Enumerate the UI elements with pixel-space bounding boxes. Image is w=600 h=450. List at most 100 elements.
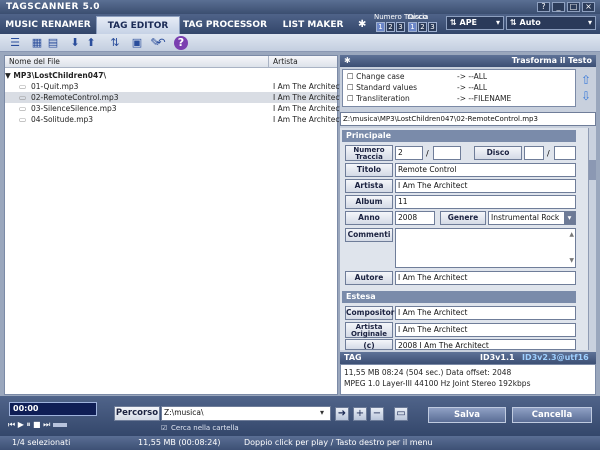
tab-tag-processor[interactable]: TAG PROCESSOR <box>182 16 268 34</box>
checkbox[interactable]: ☐ <box>347 94 356 103</box>
transform-item[interactable]: ☐ Change case -> --ALL <box>347 71 573 82</box>
author-input[interactable]: I Am The Architect <box>395 271 576 285</box>
transform-label: Change case <box>356 72 405 81</box>
title-label-button[interactable]: Titolo <box>345 163 393 177</box>
tag-fields: Principale Numero Traccia 2 / Disco / Ti… <box>340 128 588 350</box>
comments-label-button[interactable]: Commenti <box>345 228 393 242</box>
chevron-down-icon[interactable]: ▾ <box>320 408 324 417</box>
track-number-input[interactable]: 2 <box>395 146 423 160</box>
disc-digit-3[interactable]: 3 <box>428 22 437 32</box>
list-item[interactable]: ▭ 04-Solitude.mp3 I Am The Architect <box>5 114 342 125</box>
chevron-down-icon[interactable]: ▾ <box>564 212 575 224</box>
album-input[interactable]: 11 <box>395 195 576 209</box>
move-down-icon[interactable]: ⇩ <box>581 89 591 103</box>
copyright-label-button[interactable]: (c) <box>345 339 393 350</box>
path-input[interactable]: Z:\musica\ <box>161 406 331 421</box>
track-number-label-button[interactable]: Numero Traccia <box>345 145 393 161</box>
album-label-button[interactable]: Album <box>345 195 393 209</box>
add-button[interactable]: + <box>353 407 367 421</box>
scrollbar[interactable] <box>588 128 596 350</box>
track-digit-3[interactable]: 3 <box>396 22 405 32</box>
save-button[interactable]: Salva <box>428 407 506 423</box>
checkbox[interactable]: ☐ <box>347 72 356 81</box>
checkbox[interactable]: ☐ <box>347 83 356 92</box>
disc-number-input[interactable] <box>524 146 544 160</box>
file-name: 02-RemoteControl.mp3 <box>31 93 119 102</box>
file-list[interactable]: Nome del File Artista ▼ MP3\LostChildren… <box>4 55 342 395</box>
composer-label-button[interactable]: Compositore <box>345 306 400 320</box>
next-icon[interactable]: ⏭ <box>43 420 50 429</box>
track-total-input[interactable] <box>433 146 461 160</box>
track-digit-2[interactable]: 2 <box>386 22 395 32</box>
column-header-artist[interactable]: Artista <box>269 56 337 68</box>
transform-item[interactable]: ☐ Transliteration -> --FILENAME <box>347 93 573 104</box>
tag-info-label: TAG <box>344 353 362 362</box>
genre-select[interactable]: Instrumental Rock ▾ <box>488 211 576 225</box>
move-up-icon[interactable]: ⇧ <box>581 73 591 87</box>
grid-view-icon[interactable]: ▦ <box>30 36 44 50</box>
pause-icon[interactable]: ⏸ <box>26 420 30 429</box>
title-input[interactable]: Remote Control <box>395 163 576 177</box>
original-artist-label-button[interactable]: Artista Originale <box>345 322 393 338</box>
comments-textarea[interactable]: ▲ ▼ <box>395 228 576 268</box>
transform-header: ✱ Trasforma il Testo <box>340 55 596 67</box>
composer-input[interactable]: I Am The Architect <box>395 306 576 320</box>
tab-tag-editor[interactable]: TAG EDITOR <box>96 16 180 34</box>
previous-icon[interactable]: ⏮ <box>8 420 15 429</box>
gear-icon[interactable]: ✱ <box>344 56 351 65</box>
undo-icon[interactable]: ↶ <box>154 36 168 50</box>
go-arrow-button[interactable]: ➜ <box>335 407 349 421</box>
close-button[interactable]: × <box>582 2 595 12</box>
list-item-selected[interactable]: ▭ 02-RemoteControl.mp3 I Am The Architec… <box>5 92 342 103</box>
minimize-button[interactable]: _ <box>552 2 565 12</box>
mode-select[interactable]: ⇅ Auto ▾ <box>506 16 596 30</box>
sort-icon[interactable]: ⇅ <box>108 36 122 50</box>
track-digit-1[interactable]: 1 <box>376 22 385 32</box>
help-icon[interactable]: ? <box>174 36 188 50</box>
move-up-icon[interactable]: ⬆ <box>84 36 98 50</box>
maximize-button[interactable]: □ <box>567 2 580 12</box>
player-controls: ⏮ ▶ ⏸ ■ ⏭ <box>8 419 98 431</box>
disc-digit-1[interactable]: 1 <box>408 22 417 32</box>
folder-row[interactable]: ▼ MP3\LostChildren047\ <box>5 70 337 81</box>
list-view-icon[interactable]: ☰ <box>8 36 22 50</box>
tab-list-maker[interactable]: LIST MAKER <box>270 16 356 34</box>
scroll-up-icon[interactable]: ▲ <box>569 229 574 241</box>
tag-format-select[interactable]: ⇅ APE ▾ <box>446 16 504 30</box>
disc-label-button[interactable]: Disco <box>474 146 522 160</box>
remove-button[interactable]: − <box>370 407 384 421</box>
tab-music-renamer[interactable]: MUSIC RENAMER <box>2 16 94 34</box>
thumbnail-view-icon[interactable]: ▤ <box>46 36 60 50</box>
genre-label-button[interactable]: Genere <box>440 211 486 225</box>
image-icon[interactable]: ▣ <box>130 36 144 50</box>
help-window-button[interactable]: ? <box>537 2 550 12</box>
volume-slider[interactable] <box>52 422 67 427</box>
folder-icon[interactable]: ▭ <box>394 407 408 421</box>
transform-target: -> --ALL <box>457 72 488 81</box>
subfolder-checkbox[interactable]: ☑ <box>161 424 167 432</box>
disc-digit-2[interactable]: 2 <box>418 22 427 32</box>
copyright-input[interactable]: 2008 I Am The Architect <box>395 339 576 350</box>
disc-total-input[interactable] <box>554 146 576 160</box>
transform-item[interactable]: ☐ Standard values -> --ALL <box>347 82 573 93</box>
list-item[interactable]: ▭ 03-SilenceSilence.mp3 I Am The Archite… <box>5 103 342 114</box>
artist-input[interactable]: I Am The Architect <box>395 179 576 193</box>
scroll-down-icon[interactable]: ▼ <box>569 255 574 267</box>
stop-icon[interactable]: ■ <box>33 420 41 429</box>
move-down-icon[interactable]: ⬇ <box>68 36 82 50</box>
id3v2-badge: ID3v2.3@utf16 <box>522 353 589 362</box>
list-item[interactable]: ▭ 01-Quit.mp3 I Am The Architect <box>5 81 342 92</box>
artist-label-button[interactable]: Artista <box>345 179 393 193</box>
original-artist-input[interactable]: I Am The Architect <box>395 323 576 337</box>
column-header-filename[interactable]: Nome del File <box>5 56 269 68</box>
cancel-button[interactable]: Cancella <box>512 407 592 423</box>
year-label-button[interactable]: Anno <box>345 211 393 225</box>
scrollbar-thumb[interactable] <box>589 160 596 180</box>
settings-icon[interactable]: ✱ <box>358 19 366 30</box>
play-icon[interactable]: ▶ <box>18 420 24 429</box>
author-label-button[interactable]: Autore <box>345 271 393 285</box>
transform-label: Standard values <box>356 83 418 92</box>
year-input[interactable]: 2008 <box>395 211 435 225</box>
transform-list[interactable]: ☐ Change case -> --ALL ☐ Standard values… <box>342 69 576 107</box>
path-label-button[interactable]: Percorso <box>114 406 160 421</box>
